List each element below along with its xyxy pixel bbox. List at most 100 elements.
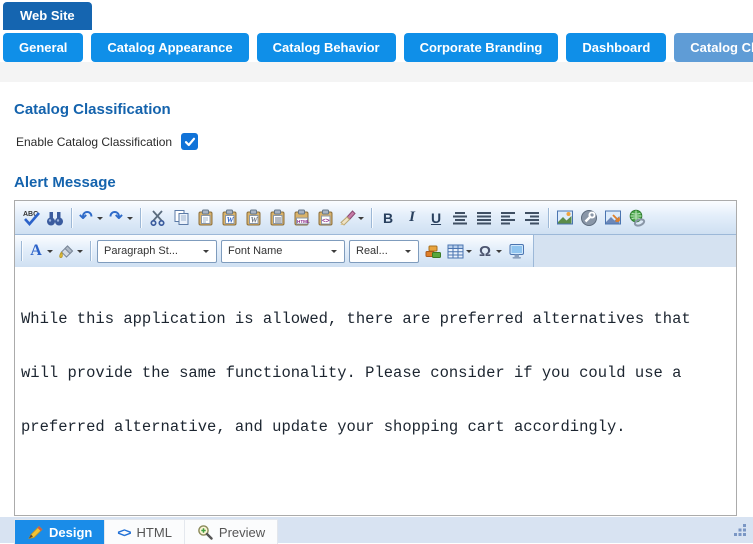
toolbar-separator <box>21 241 22 261</box>
redo-button[interactable]: ↷ <box>106 206 136 230</box>
media-manager-icon[interactable] <box>577 206 601 230</box>
justify-icon[interactable] <box>472 206 496 230</box>
insert-table-button[interactable] <box>445 239 475 263</box>
module-manager-icon[interactable] <box>421 239 445 263</box>
insert-table-dropdown-icon <box>466 250 472 256</box>
paste-from-word-no-styles-icon[interactable]: W <box>241 206 265 230</box>
paste-from-word-icon[interactable]: W <box>217 206 241 230</box>
check-icon <box>184 136 196 148</box>
screen-icon[interactable] <box>505 239 529 263</box>
alert-message-heading: Alert Message <box>14 174 116 191</box>
cut-icon[interactable] <box>145 206 169 230</box>
copy-icon[interactable] <box>169 206 193 230</box>
svg-text:<>: <> <box>322 217 330 224</box>
editor-mode-tabs: Design <> HTML Preview <box>14 519 278 544</box>
editor-toolbar-row-1: ABC ↶ ↷ W W <box>15 201 736 235</box>
svg-text:W: W <box>250 215 258 224</box>
bold-icon: B <box>383 211 393 225</box>
paste-plain-text-icon[interactable] <box>265 206 289 230</box>
toolbar-row-2-group: A Paragraph St... Font Name Real... <box>15 235 534 267</box>
underline-icon: U <box>431 211 441 225</box>
toolbar-separator <box>71 208 72 228</box>
paste-icon[interactable] <box>193 206 217 230</box>
editor-text-line: will provide the same functionality. Ple… <box>21 364 730 382</box>
font-size-dropdown-icon <box>405 250 411 256</box>
background-color-button[interactable] <box>56 239 86 263</box>
tab-web-site[interactable]: Web Site <box>3 2 92 30</box>
font-size-value: Real... <box>356 245 388 257</box>
image-manager-icon[interactable] <box>553 206 577 230</box>
paste-html-icon[interactable]: <> <box>313 206 337 230</box>
toolbar-separator <box>371 208 372 228</box>
special-character-dropdown-icon <box>496 250 502 256</box>
toolbar-separator <box>140 208 141 228</box>
undo-button[interactable]: ↶ <box>76 206 106 230</box>
svg-text:W: W <box>226 215 234 224</box>
special-character-icon: Ω <box>479 244 491 259</box>
enable-catalog-classification-row: Enable Catalog Classification <box>16 133 198 150</box>
editor-text-line: preferred alternative, and update your s… <box>21 418 730 436</box>
editor-content-area[interactable]: While this application is allowed, there… <box>15 267 736 515</box>
align-center-icon[interactable] <box>448 206 472 230</box>
pencil-icon <box>27 524 43 540</box>
align-left-icon[interactable] <box>496 206 520 230</box>
insert-table-icon <box>445 239 465 263</box>
foreground-color-button[interactable]: A <box>26 239 56 263</box>
tab-catalog-appearance[interactable]: Catalog Appearance <box>91 33 248 62</box>
editor-toolbar-row-2: A Paragraph St... Font Name Real... <box>15 235 736 268</box>
redo-icon: ↷ <box>109 210 122 226</box>
font-name-value: Font Name <box>228 245 282 257</box>
preview-tab-label: Preview <box>219 525 265 540</box>
paste-as-html-icon[interactable]: HTML <box>289 206 313 230</box>
spellcheck-icon[interactable]: ABC <box>19 206 43 230</box>
paragraph-style-select[interactable]: Paragraph St... <box>97 240 217 263</box>
alert-message-editor: ABC ↶ ↷ W W <box>14 200 737 516</box>
format-stripper-icon <box>337 206 357 230</box>
paragraph-style-dropdown-icon <box>203 250 209 256</box>
font-name-select[interactable]: Font Name <box>221 240 345 263</box>
hyperlink-manager-icon[interactable] <box>625 206 649 230</box>
undo-icon: ↶ <box>79 210 92 226</box>
enable-catalog-classification-checkbox[interactable] <box>181 133 198 150</box>
toolbar-separator <box>90 241 91 261</box>
code-icon: <> <box>117 525 130 540</box>
tab-corporate-branding[interactable]: Corporate Branding <box>404 33 559 62</box>
undo-dropdown-icon <box>97 217 103 223</box>
special-character-button[interactable]: Ω <box>475 239 505 263</box>
tab-catalog-behavior[interactable]: Catalog Behavior <box>257 33 396 62</box>
find-and-replace-icon[interactable] <box>43 206 67 230</box>
magnifier-icon <box>197 524 213 540</box>
background-color-icon <box>56 239 76 263</box>
foreground-color-dropdown-icon <box>47 250 53 256</box>
toolbar-separator <box>548 208 549 228</box>
section-heading: Catalog Classification <box>14 101 171 118</box>
font-name-dropdown-icon <box>331 250 337 256</box>
design-tab-label: Design <box>49 525 92 540</box>
bold-button[interactable]: B <box>376 206 400 230</box>
svg-text:HTML: HTML <box>297 219 310 224</box>
tab-design[interactable]: Design <box>15 520 105 544</box>
format-stripper-button[interactable] <box>337 206 367 230</box>
html-tab-label: HTML <box>137 525 172 540</box>
tab-html[interactable]: <> HTML <box>105 520 185 544</box>
paragraph-style-value: Paragraph St... <box>104 245 178 257</box>
italic-icon: I <box>409 210 415 225</box>
font-size-select[interactable]: Real... <box>349 240 419 263</box>
italic-button[interactable]: I <box>400 206 424 230</box>
tab-catalog-classification[interactable]: Catalog Classification <box>674 33 753 62</box>
background-color-dropdown-icon <box>77 250 83 256</box>
tab-general[interactable]: General <box>3 33 83 62</box>
resize-grip[interactable] <box>734 523 747 541</box>
header-divider <box>0 62 753 82</box>
underline-button[interactable]: U <box>424 206 448 230</box>
tab-preview[interactable]: Preview <box>185 520 277 544</box>
foreground-color-icon: A <box>30 243 42 259</box>
redo-dropdown-icon <box>127 217 133 223</box>
enable-catalog-classification-label: Enable Catalog Classification <box>16 135 172 149</box>
editor-bottom-strip: Design <> HTML Preview <box>0 517 753 543</box>
editor-text-line: While this application is allowed, there… <box>21 310 730 328</box>
tab-dashboard[interactable]: Dashboard <box>566 33 666 62</box>
align-right-icon[interactable] <box>520 206 544 230</box>
image-map-editor-icon[interactable] <box>601 206 625 230</box>
settings-tab-bar: General Catalog Appearance Catalog Behav… <box>3 33 753 62</box>
